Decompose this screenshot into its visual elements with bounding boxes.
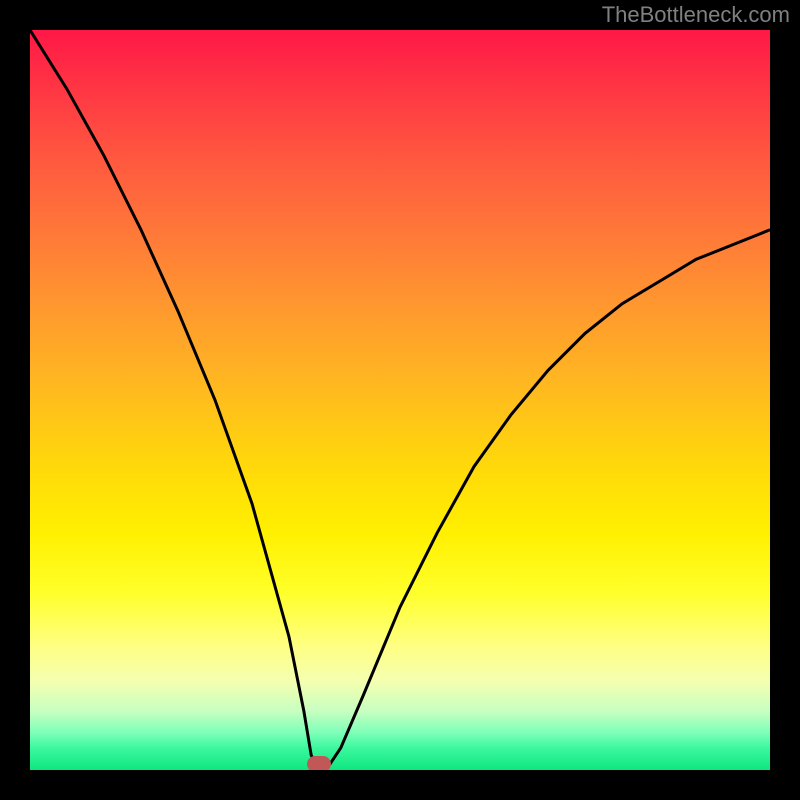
chart-plot-area (30, 30, 770, 770)
optimal-point-marker (307, 756, 331, 770)
bottleneck-curve (30, 30, 770, 770)
watermark-text: TheBottleneck.com (602, 2, 790, 28)
